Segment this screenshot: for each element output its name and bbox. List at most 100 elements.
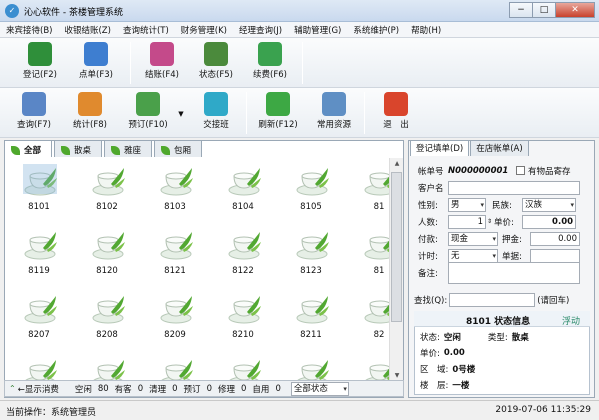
search-icon bbox=[22, 92, 46, 116]
menu-finance[interactable]: 财务管理(K) bbox=[175, 22, 233, 37]
room-tile[interactable]: 82 bbox=[353, 290, 389, 346]
room-tile[interactable]: 81 bbox=[353, 226, 389, 282]
status-filter-select[interactable]: 全部状态 bbox=[290, 381, 349, 396]
leaf-icon bbox=[11, 145, 20, 155]
price-field[interactable]: 0.00 bbox=[522, 214, 577, 229]
room-status-bar: ⌃ ←显示消费 空闲 80 有客 0 清理 0 预订 0 修理 0 自用 0 全… bbox=[4, 380, 404, 397]
menu-checkout[interactable]: 收银结账(Z) bbox=[58, 22, 116, 37]
room-grid-scrollbar[interactable]: ▲ ▼ bbox=[389, 158, 403, 386]
idle-label: 空闲 bbox=[74, 384, 92, 395]
toolbar-separator bbox=[246, 92, 247, 134]
tea-cup-icon bbox=[296, 296, 329, 324]
repair-label: 修理 bbox=[217, 384, 235, 395]
info-area-label: 区 域: bbox=[420, 364, 449, 375]
leaf-icon bbox=[111, 145, 121, 155]
payment-select[interactable]: 现金 bbox=[448, 231, 498, 246]
self-use-count: 0 bbox=[275, 383, 281, 394]
tab-elegant-seat[interactable]: 雅座 bbox=[104, 140, 153, 157]
deposit-amount-field[interactable]: 0.00 bbox=[530, 231, 580, 246]
menu-assist[interactable]: 辅助管理(G) bbox=[288, 22, 347, 37]
ethnic-select[interactable]: 汉族 bbox=[522, 197, 576, 212]
tab-checkin-form[interactable]: 登记填单(D) bbox=[410, 140, 470, 156]
status-button[interactable]: 状态(F5) bbox=[190, 40, 242, 86]
chevron-up-icon[interactable]: ⌃ bbox=[9, 384, 16, 393]
room-tile[interactable]: 8207 bbox=[13, 290, 65, 346]
remark-row: 备注: bbox=[418, 261, 580, 284]
menu-help[interactable]: 帮助(H) bbox=[405, 22, 447, 37]
room-tile[interactable]: 8210 bbox=[217, 290, 269, 346]
booking-dropdown-arrow[interactable]: ▼ bbox=[176, 90, 186, 136]
tea-cup-icon bbox=[364, 236, 389, 260]
deposit-checkbox[interactable] bbox=[516, 166, 525, 175]
menu-manager[interactable]: 经理查询(J) bbox=[233, 22, 288, 37]
room-number: 8122 bbox=[232, 266, 254, 276]
tab-open-bills[interactable]: 在店帐单(A) bbox=[470, 140, 529, 156]
room-tile[interactable]: 8121 bbox=[149, 226, 201, 282]
room-tile[interactable]: 8208 bbox=[81, 290, 133, 346]
maximize-button[interactable]: □ bbox=[532, 2, 556, 18]
timing-select[interactable]: 无 bbox=[448, 248, 498, 263]
refresh-label: 刷新(F12) bbox=[258, 120, 298, 130]
tab-private-room[interactable]: 包厢 bbox=[154, 140, 203, 157]
order-button[interactable]: 点单(F3) bbox=[70, 40, 122, 86]
search-row: 查找(Q): (请回车) bbox=[414, 292, 569, 307]
payment-row: 付款: 现金 押金: 0.00 bbox=[418, 231, 580, 246]
info-price-row: 单价: 0.00 bbox=[420, 345, 465, 360]
resources-button[interactable]: 常用资源 bbox=[308, 90, 360, 136]
renew-button[interactable]: 续费(F6) bbox=[244, 40, 296, 86]
room-tile[interactable]: 8122 bbox=[217, 226, 269, 282]
remark-field[interactable] bbox=[448, 261, 580, 284]
shift-change-icon bbox=[204, 92, 228, 116]
room-number: 8104 bbox=[232, 202, 254, 212]
register-label: 登记(F2) bbox=[23, 70, 57, 80]
guest-name-input[interactable] bbox=[448, 180, 580, 195]
gender-select[interactable]: 男 bbox=[448, 197, 486, 212]
room-tile[interactable]: 8104 bbox=[217, 162, 269, 218]
tab-loose-table[interactable]: 散桌 bbox=[54, 140, 103, 157]
booking-button[interactable]: 预订(F10) bbox=[120, 90, 176, 136]
spin-arrows-icon[interactable]: ⇕ bbox=[487, 218, 492, 225]
info-floor-label: 楼 层: bbox=[420, 380, 449, 391]
guest-count-stepper[interactable]: 1 bbox=[448, 214, 486, 229]
tea-cup-icon bbox=[92, 168, 125, 196]
room-tile[interactable]: 81 bbox=[353, 162, 389, 218]
menu-query[interactable]: 查询统计(T) bbox=[117, 22, 175, 37]
room-tile[interactable]: 8120 bbox=[81, 226, 133, 282]
room-number: 8211 bbox=[300, 330, 322, 340]
query-button[interactable]: 查询(F7) bbox=[8, 90, 60, 136]
room-tile[interactable]: 8123 bbox=[285, 226, 337, 282]
room-tile[interactable]: 8103 bbox=[149, 162, 201, 218]
close-button[interactable]: ✕ bbox=[555, 2, 595, 18]
room-tile[interactable]: 8209 bbox=[149, 290, 201, 346]
room-tile[interactable]: 8101 bbox=[13, 162, 65, 218]
info-state-label: 状态: bbox=[420, 332, 440, 343]
register-button[interactable]: 登记(F2) bbox=[14, 40, 66, 86]
room-tile[interactable]: 8105 bbox=[285, 162, 337, 218]
tea-cup-icon bbox=[364, 300, 389, 324]
stats-button[interactable]: 统计(F8) bbox=[64, 90, 116, 136]
scroll-up-icon[interactable]: ▲ bbox=[392, 160, 402, 170]
room-tile[interactable]: 8102 bbox=[81, 162, 133, 218]
tea-cup-icon bbox=[228, 296, 261, 324]
show-consume-toggle[interactable]: ←显示消费 bbox=[18, 383, 59, 395]
minimize-button[interactable]: − bbox=[509, 2, 533, 18]
guest-row: 客户名 bbox=[418, 180, 580, 195]
room-tile[interactable]: 8119 bbox=[13, 226, 65, 282]
room-tile[interactable]: 8211 bbox=[285, 290, 337, 346]
tab-all[interactable]: 全部 bbox=[4, 140, 53, 157]
menu-system[interactable]: 系统维护(P) bbox=[347, 22, 405, 37]
float-toggle[interactable]: 浮动 bbox=[562, 314, 580, 327]
refresh-button[interactable]: 刷新(F12) bbox=[252, 90, 304, 136]
receipt-field[interactable] bbox=[530, 248, 580, 263]
exit-button[interactable]: 退 出 bbox=[370, 90, 422, 136]
search-label: 查找(Q): bbox=[414, 295, 448, 306]
tea-cup-icon bbox=[23, 164, 57, 196]
tea-cup-icon bbox=[228, 168, 261, 196]
room-number: 8207 bbox=[28, 330, 50, 340]
search-input[interactable] bbox=[449, 292, 536, 307]
menu-reception[interactable]: 来宾接待(B) bbox=[0, 22, 58, 37]
scroll-thumb[interactable] bbox=[391, 172, 402, 322]
checkout-button[interactable]: 结账(F4) bbox=[136, 40, 188, 86]
shift-change-button[interactable]: 交接班 bbox=[190, 90, 242, 136]
window-title: 沁心软件 - 茶楼管理系统 bbox=[24, 8, 123, 18]
